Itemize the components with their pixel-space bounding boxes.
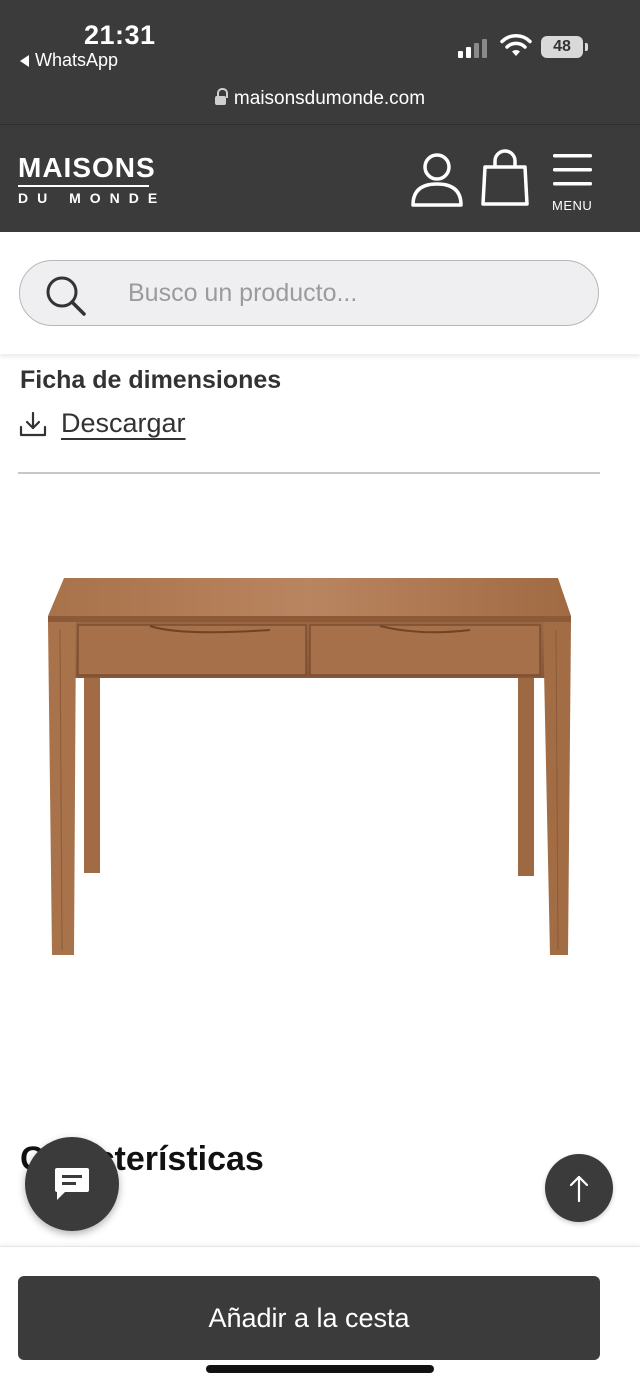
logo-line1: MAISONS [18,152,156,183]
site-logo[interactable]: MAISONS DU MONDE [18,153,166,206]
battery-level: 48 [553,38,571,55]
search-placeholder: Busco un producto... [128,279,358,307]
download-label: Descargar [61,408,186,438]
address-bar[interactable]: maisonsdumonde.com [0,87,640,110]
arrow-up-icon [569,1175,589,1203]
shopping-bag-icon[interactable] [480,149,530,207]
site-header: MAISONS DU MONDE [0,124,640,232]
desk-product-image[interactable] [40,570,580,965]
chat-button[interactable] [25,1137,119,1231]
add-to-cart-button[interactable]: Añadir a la cesta [18,1276,600,1360]
chat-bubble-icon [55,1168,89,1200]
hamburger-menu-icon[interactable] [553,153,593,187]
wifi-icon [500,34,532,56]
status-time: 21:31 [84,20,156,50]
scroll-to-top-button[interactable] [545,1154,613,1222]
download-icon [19,411,47,436]
back-arrow-icon [20,54,29,67]
back-to-app-link[interactable]: WhatsApp [20,50,118,71]
status-bar: 21:31 WhatsApp 48 maisonsdumonde.com [0,0,640,124]
account-icon[interactable] [408,151,466,207]
lock-icon [214,87,228,106]
dimensions-title: Ficha de dimensiones [20,366,282,394]
menu-label[interactable]: MENU [552,198,592,213]
search-section: Busco un producto... [0,232,640,354]
logo-line2: DU MONDE [18,190,167,206]
url-text: maisonsdumonde.com [233,88,426,109]
cellular-signal-icon [458,38,487,58]
download-link[interactable]: Descargar [19,408,186,439]
home-indicator[interactable] [206,1365,434,1373]
search-icon [46,276,86,316]
battery-icon: 48 [541,36,588,58]
search-input[interactable]: Busco un producto... [19,260,599,326]
back-app-label: WhatsApp [35,50,119,70]
section-divider [18,472,600,474]
logo-rule [18,185,149,187]
